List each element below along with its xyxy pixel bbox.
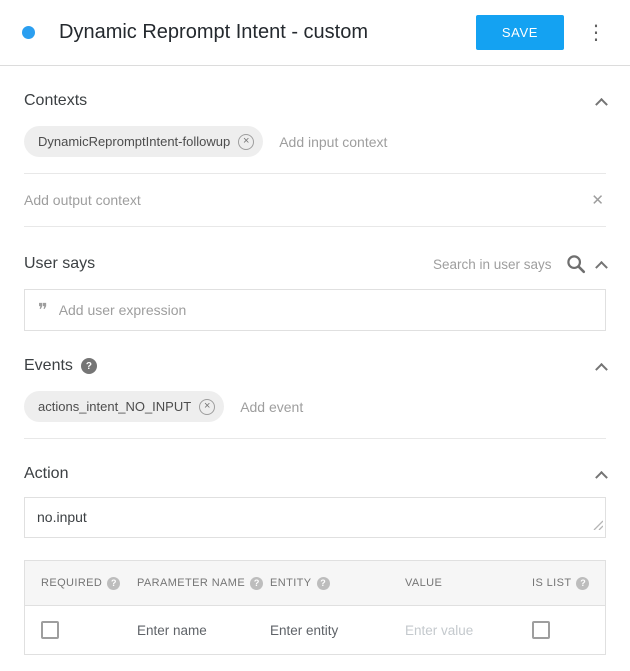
input-context-remove-icon[interactable]: ×: [238, 134, 254, 150]
header-entity-label: ENTITY: [270, 577, 312, 589]
add-input-context-field[interactable]: [279, 134, 606, 150]
user-says-section-head: User says: [24, 253, 606, 275]
action-section-head: Action: [24, 465, 606, 483]
event-remove-icon[interactable]: ×: [199, 399, 215, 415]
input-context-chip-label: DynamicRepromptIntent-followup: [38, 134, 230, 149]
user-says-collapse-chevron-up-icon[interactable]: [595, 260, 608, 273]
input-contexts-row: DynamicRepromptIntent-followup ×: [24, 118, 606, 174]
header-parameter-name-label: PARAMETER NAME: [137, 577, 245, 589]
events-row: actions_intent_NO_INPUT ×: [24, 383, 606, 439]
save-button[interactable]: SAVE: [476, 15, 564, 50]
add-output-context-field[interactable]: [24, 192, 589, 208]
events-collapse-chevron-up-icon[interactable]: [595, 362, 608, 375]
event-chip-label: actions_intent_NO_INPUT: [38, 399, 191, 414]
events-section: Events ? actions_intent_NO_INPUT ×: [24, 357, 606, 439]
action-value-field[interactable]: no.input: [25, 498, 605, 537]
quote-icon: ❞: [38, 301, 48, 319]
required-checkbox[interactable]: [41, 621, 59, 639]
page-title: Dynamic Reprompt Intent - custom: [59, 21, 476, 44]
action-collapse-chevron-up-icon[interactable]: [595, 470, 608, 483]
header-is-list: IS LIST ?: [516, 577, 605, 590]
intent-header: Dynamic Reprompt Intent - custom SAVE ⋮: [0, 0, 630, 66]
events-section-head: Events ?: [24, 357, 606, 375]
header-entity: ENTITY ?: [254, 577, 389, 590]
contexts-collapse-chevron-up-icon[interactable]: [595, 97, 608, 110]
entity-help-icon[interactable]: ?: [317, 577, 330, 590]
action-value-box: no.input: [24, 497, 606, 538]
header-required: REQUIRED ?: [25, 577, 121, 590]
header-value: VALUE: [389, 577, 516, 589]
user-says-section: User says ❞: [24, 253, 606, 331]
intent-priority-dot[interactable]: [22, 26, 35, 39]
contexts-title: Contexts: [24, 92, 87, 110]
required-help-icon[interactable]: ?: [107, 577, 120, 590]
header-required-label: REQUIRED: [41, 577, 102, 589]
parameters-table: REQUIRED ? PARAMETER NAME ? ENTITY ? VAL…: [24, 560, 606, 655]
contexts-section-head: Contexts: [24, 92, 606, 110]
parameter-row: [25, 606, 605, 654]
search-icon[interactable]: [565, 253, 587, 275]
input-context-chip: DynamicRepromptIntent-followup ×: [24, 126, 263, 157]
kebab-menu-icon[interactable]: ⋮: [580, 19, 612, 47]
header-parameter-name: PARAMETER NAME ?: [121, 577, 254, 590]
parameter-entity-field[interactable]: [270, 623, 370, 638]
user-says-title: User says: [24, 255, 95, 273]
event-chip: actions_intent_NO_INPUT ×: [24, 391, 224, 422]
clear-output-context-icon[interactable]: ✕: [589, 191, 606, 209]
search-user-says-input[interactable]: [433, 257, 555, 272]
is-list-checkbox[interactable]: [532, 621, 550, 639]
events-title: Events: [24, 357, 73, 375]
events-help-icon[interactable]: ?: [81, 358, 97, 374]
action-section: Action no.input: [24, 465, 606, 538]
action-title: Action: [24, 465, 68, 483]
parameter-value-field[interactable]: [405, 623, 505, 638]
intent-editor-page: Dynamic Reprompt Intent - custom SAVE ⋮ …: [0, 0, 630, 665]
header-value-label: VALUE: [405, 577, 442, 589]
add-user-expression-field[interactable]: [59, 302, 592, 318]
add-event-field[interactable]: [240, 399, 606, 415]
output-contexts-row: ✕: [24, 174, 606, 227]
parameters-table-header: REQUIRED ? PARAMETER NAME ? ENTITY ? VAL…: [25, 561, 605, 606]
is-list-help-icon[interactable]: ?: [576, 577, 589, 590]
contexts-section: Contexts DynamicRepromptIntent-followup …: [24, 92, 606, 227]
intent-body: Contexts DynamicRepromptIntent-followup …: [0, 92, 630, 665]
user-expression-box: ❞: [24, 289, 606, 331]
header-is-list-label: IS LIST: [532, 577, 571, 589]
parameter-name-field[interactable]: [137, 623, 237, 638]
